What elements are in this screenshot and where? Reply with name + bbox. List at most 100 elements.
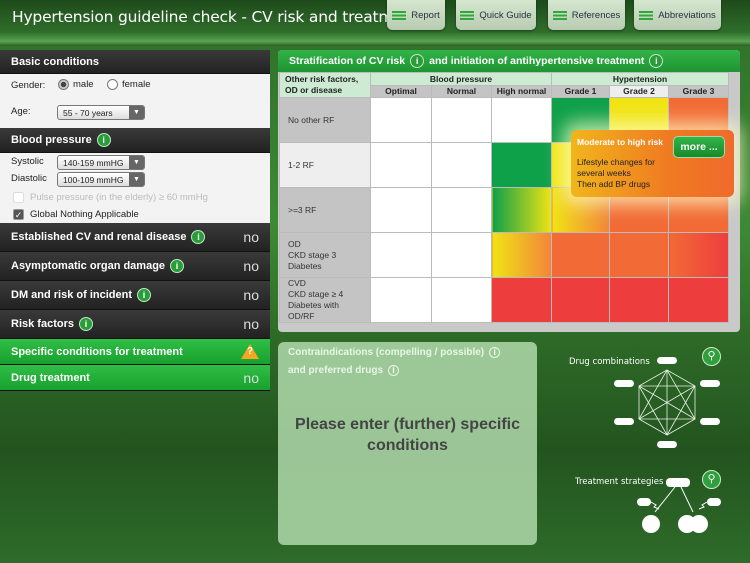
info-icon[interactable]: i: [78, 317, 93, 331]
risk-cell[interactable]: [668, 277, 729, 323]
risk-cell[interactable]: [551, 232, 610, 278]
risk-cell[interactable]: [431, 232, 492, 278]
risk-cell[interactable]: [491, 97, 552, 143]
section-value: no: [243, 258, 259, 274]
section-asymptomatic-organ-damage[interactable]: Asymptomatic organ damage i no: [0, 252, 270, 281]
contra-title: Contraindications (compelling / possible…: [288, 347, 485, 358]
tab-references[interactable]: References: [548, 0, 625, 30]
column-header[interactable]: High normal: [491, 84, 552, 98]
risk-cell[interactable]: [431, 277, 492, 323]
risk-cell[interactable]: [370, 97, 432, 143]
age-select[interactable]: 55 - 70 years ▼: [57, 105, 145, 120]
chevron-down-icon: ▼: [129, 156, 144, 169]
risk-cell[interactable]: [491, 277, 552, 323]
section-risk-factors[interactable]: Risk factors i no: [0, 310, 270, 339]
menu-icon: [460, 10, 475, 20]
section-title: Asymptomatic organ damage: [11, 260, 166, 272]
info-icon[interactable]: i: [489, 346, 501, 358]
info-icon[interactable]: i: [137, 288, 152, 302]
blood-pressure-panel: Systolic 140-159 mmHG ▼ Diastolic 100-109…: [0, 153, 270, 223]
risk-cell[interactable]: [491, 187, 552, 233]
specific-conditions-message: Please enter (further) specific conditio…: [295, 416, 520, 454]
risk-cell[interactable]: [609, 277, 669, 323]
section-value: no: [243, 287, 259, 303]
gender-female-radio[interactable]: female: [107, 79, 151, 90]
row-header[interactable]: OD CKD stage 3 Diabetes: [279, 232, 371, 278]
pulse-pressure-checkbox[interactable]: Pulse pressure (in the elderly) ≥ 60 mmH…: [13, 192, 208, 203]
risk-cell[interactable]: [609, 232, 669, 278]
row-header[interactable]: >=3 RF: [279, 187, 371, 233]
risk-cell[interactable]: [491, 232, 552, 278]
contra-title: and preferred drugs: [288, 365, 384, 376]
section-title: DM and risk of incident: [11, 289, 133, 301]
risk-cell[interactable]: [668, 232, 729, 278]
header-text: and initiation of antihypertensive treat…: [429, 55, 645, 67]
menu-icon: [392, 10, 407, 20]
risk-cell[interactable]: [370, 142, 432, 188]
diastolic-label: Diastolic: [11, 173, 47, 184]
table-row: CVD CKD stage ≥ 4 Diabetes with OD/RF: [279, 277, 729, 323]
tab-quick-guide[interactable]: Quick Guide: [456, 0, 536, 30]
risk-cell[interactable]: [431, 187, 492, 233]
select-value: 140-159 mmHG: [63, 158, 124, 168]
risk-cell[interactable]: [431, 97, 492, 143]
section-value: no: [243, 229, 259, 245]
popup-text: Lifestyle changes for: [577, 157, 655, 167]
risk-cell[interactable]: [431, 142, 492, 188]
info-icon[interactable]: i: [170, 259, 185, 273]
section-title: Risk factors: [11, 318, 74, 330]
radio-label: female: [122, 79, 151, 91]
risk-popup: Moderate to high risk Lifestyle changes …: [571, 130, 734, 197]
section-established-cv-and-renal-disease[interactable]: Established CV and renal disease i no: [0, 223, 270, 252]
table-row: OD CKD stage 3 Diabetes: [279, 232, 729, 278]
select-value: 55 - 70 years: [63, 108, 113, 118]
column-header[interactable]: Grade 3: [668, 84, 729, 98]
section-specific-conditions-for-treatment[interactable]: Specific conditions for treatment?: [0, 339, 270, 365]
corner-header: Other risk factors, OD or disease: [279, 72, 371, 98]
row-header[interactable]: 1-2 RF: [279, 142, 371, 188]
conditions-sidebar: Basic conditions Gender: male female Age…: [0, 50, 270, 391]
column-header[interactable]: Grade 2: [609, 84, 669, 98]
systolic-select[interactable]: 140-159 mmHG ▼: [57, 155, 145, 170]
more-button[interactable]: more ...: [673, 136, 725, 158]
column-header[interactable]: Grade 1: [551, 84, 610, 98]
info-icon[interactable]: i: [649, 54, 664, 68]
section-dm-and-risk-of-incident[interactable]: DM and risk of incident i no: [0, 281, 270, 310]
row-header[interactable]: CVD CKD stage ≥ 4 Diabetes with OD/RF: [279, 277, 371, 323]
diastolic-select[interactable]: 100-109 mmHG ▼: [57, 172, 145, 187]
checkbox-label: Pulse pressure (in the elderly) ≥ 60 mmH…: [30, 192, 208, 204]
tab-abbreviations[interactable]: Abbreviations: [634, 0, 721, 30]
section-title: Blood pressure: [11, 134, 92, 146]
section-blood-pressure[interactable]: Blood pressure i: [0, 128, 270, 153]
checkbox-label: Global Nothing Applicable: [30, 209, 139, 221]
row-header[interactable]: No other RF: [279, 97, 371, 143]
drug-combinations-diagram[interactable]: [610, 355, 730, 455]
radio-label: male: [73, 79, 94, 91]
gender-male-radio[interactable]: male: [58, 79, 94, 90]
section-value: no: [243, 316, 259, 332]
risk-cell[interactable]: [491, 142, 552, 188]
section-title: Drug treatment: [11, 371, 90, 384]
checkbox-icon: [13, 192, 24, 203]
risk-cell[interactable]: [370, 277, 432, 323]
popup-text: Then add BP drugs: [577, 179, 651, 189]
column-header[interactable]: Normal: [431, 84, 492, 98]
info-icon[interactable]: i: [410, 54, 425, 68]
treatment-strategies-diagram[interactable]: [635, 474, 725, 539]
popup-text: several weeks: [577, 168, 631, 178]
risk-cell[interactable]: [370, 187, 432, 233]
info-icon[interactable]: i: [96, 133, 111, 147]
tab-report[interactable]: Report: [387, 0, 445, 30]
section-drug-treatment[interactable]: Drug treatment no: [0, 365, 270, 391]
column-header[interactable]: Optimal: [370, 84, 432, 98]
risk-cell[interactable]: [551, 277, 610, 323]
checkmark-icon: ✓: [13, 209, 24, 220]
risk-cell[interactable]: [370, 232, 432, 278]
gender-label: Gender:: [11, 80, 46, 91]
info-icon[interactable]: i: [388, 364, 400, 376]
risk-table: Other risk factors, OD or disease Blood p…: [279, 72, 729, 323]
section-basic-conditions[interactable]: Basic conditions: [0, 50, 270, 74]
info-icon[interactable]: i: [191, 230, 206, 244]
hypertension-group-header: Hypertension: [551, 72, 729, 86]
global-nothing-applicable-checkbox[interactable]: ✓ Global Nothing Applicable: [13, 209, 139, 220]
